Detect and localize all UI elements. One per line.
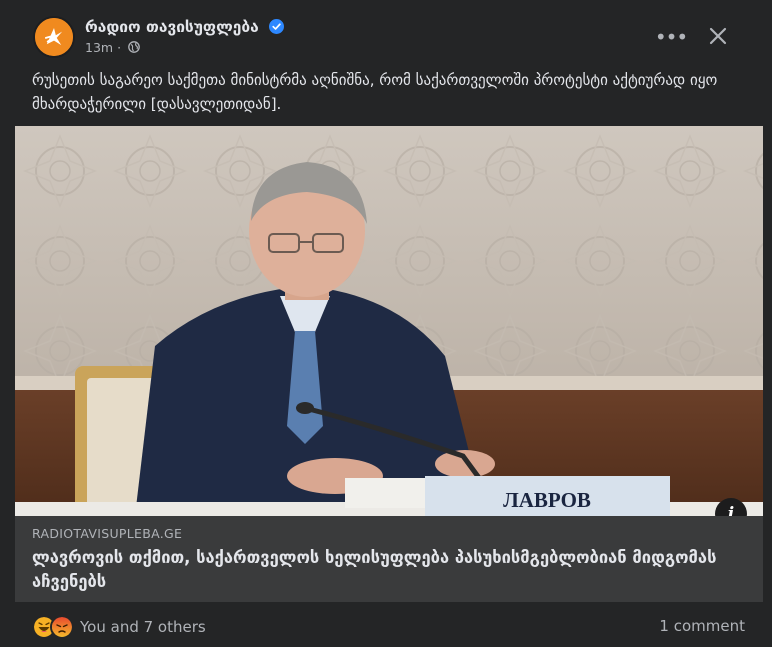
post-time[interactable]: 13m [85,40,113,55]
link-headline[interactable]: ლავროვის თქმით, საქართველოს ხელისუფლება … [32,546,742,594]
globe-icon[interactable] [128,41,140,53]
post-footer: You and 7 others 1 comment [15,602,763,647]
reactions-count[interactable]: You and 7 others [80,617,206,637]
nameplate-text: ЛАВРОВ [503,488,591,512]
more-options-button[interactable]: ••• [655,24,688,50]
link-preview[interactable]: RADIOTAVISUPLEBA.GE ლავროვის თქმით, საქა… [15,516,763,602]
page-name-label[interactable]: რადიო თავისუფლება [85,18,259,36]
radio-liberty-logo-icon [35,18,73,56]
page-avatar[interactable] [33,16,75,58]
reactions-summary[interactable]: You and 7 others [32,615,206,639]
post-text: რუსეთის საგარეო საქმეთა მინისტრმა აღნიშნ… [32,71,718,113]
close-icon [709,27,727,45]
post-meta: 13m · [85,39,140,57]
post-photo[interactable]: ЛАВРОВ [15,126,763,516]
photo-illustration: ЛАВРОВ [15,126,763,516]
angry-reaction-icon [50,615,74,639]
comments-count[interactable]: 1 comment [659,616,745,636]
close-button[interactable] [702,20,734,52]
link-domain: RADIOTAVISUPLEBA.GE [32,526,183,541]
page-name[interactable]: რადიო თავისუფლება [85,16,285,38]
post-card: რადიო თავისუფლება 13m · ••• რუსეთის საგა… [0,0,772,647]
post-header: რადიო თავისუფლება 13m · ••• [33,16,752,60]
verified-badge-icon [269,19,285,34]
